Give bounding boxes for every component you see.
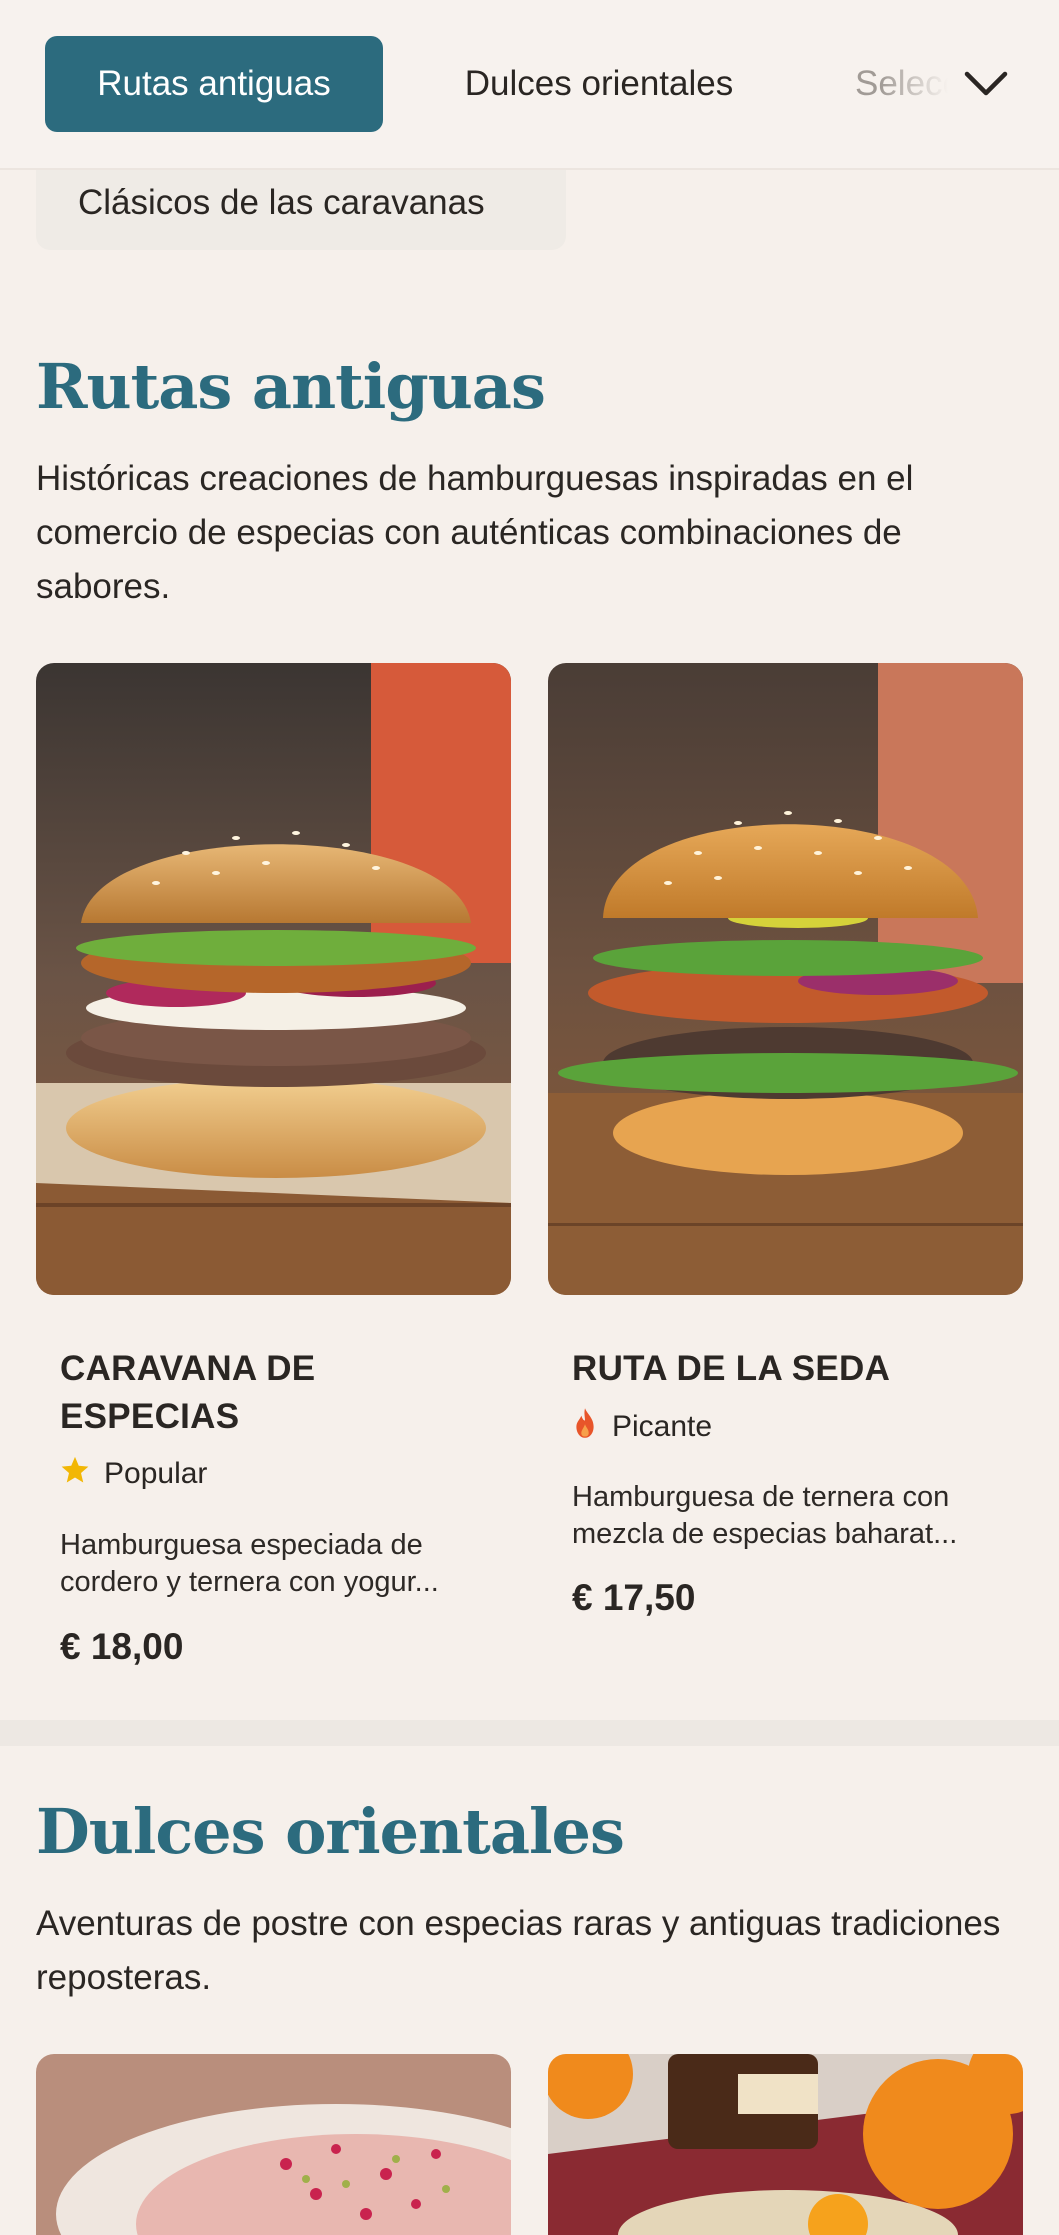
- dessert-image-1[interactable]: [36, 2054, 511, 2235]
- item-price-ruta-seda: € 17,50: [572, 1577, 696, 1618]
- item-price-caravana: € 18,00: [60, 1626, 184, 1667]
- badge-popular: Popular: [60, 1455, 207, 1493]
- badge-label: Picante: [612, 1410, 713, 1443]
- badge-label: Popular: [104, 1457, 208, 1490]
- section-description-dulces: Aventuras de postre con especias raras y…: [36, 1904, 1001, 1997]
- section-title-dulces: Dulces orientales: [36, 1795, 625, 1868]
- dessert-image-2[interactable]: [548, 2054, 1023, 2235]
- item-name-ruta-seda[interactable]: RUTA DE LA SEDA: [572, 1345, 1002, 1393]
- star-icon: [60, 1455, 90, 1493]
- tab-dulces-orientales[interactable]: Dulces orientales: [410, 36, 788, 132]
- flame-icon: [572, 1407, 598, 1447]
- item-description-caravana: Hamburguesa especiada de cordero y terne…: [60, 1529, 439, 1598]
- section-title-rutas: Rutas antiguas: [36, 350, 546, 423]
- burger-image-ruta-seda[interactable]: [548, 663, 1023, 1295]
- tab-rutas-antiguas[interactable]: Rutas antiguas: [45, 36, 383, 132]
- section-description-rutas: Históricas creaciones de hamburguesas in…: [36, 459, 914, 606]
- category-nav: Rutas antiguas Dulces orientales Selecci…: [0, 0, 1059, 170]
- badge-picante: Picante: [572, 1407, 712, 1447]
- item-name-caravana[interactable]: CARAVANA DE ESPECIAS: [60, 1345, 490, 1441]
- burger-image-caravana[interactable]: [36, 663, 511, 1295]
- section-divider: [0, 1720, 1059, 1746]
- chevron-down-icon[interactable]: [960, 58, 1012, 110]
- item-description-ruta-seda: Hamburguesa de ternera con mezcla de esp…: [572, 1481, 958, 1550]
